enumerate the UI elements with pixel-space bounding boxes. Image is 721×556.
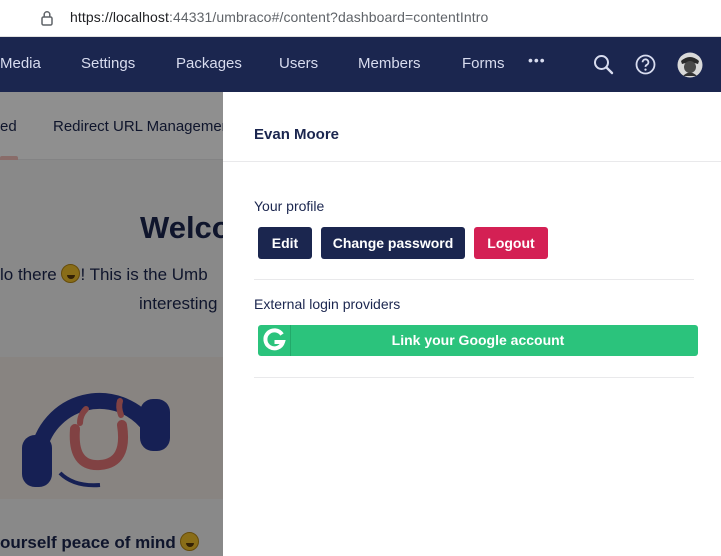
user-profile-panel: Evan Moore Your profile Edit Change pass… <box>223 92 721 556</box>
link-google-account-button[interactable]: Link your Google account <box>258 325 698 356</box>
panel-header: Evan Moore <box>223 92 721 162</box>
top-navigation: Media Settings Packages Users Members Fo… <box>0 37 721 92</box>
your-profile-label: Your profile <box>254 198 325 214</box>
modal-backdrop[interactable] <box>0 92 223 556</box>
help-icon[interactable] <box>635 54 656 75</box>
url-path: :44331/umbraco#/content?dashboard=conten… <box>168 9 489 25</box>
user-name: Evan Moore <box>254 126 340 143</box>
logout-button[interactable]: Logout <box>474 227 548 259</box>
section-divider <box>254 279 694 280</box>
external-login-providers-label: External login providers <box>254 296 401 312</box>
url-text[interactable]: https://localhost:44331/umbraco#/content… <box>70 9 488 25</box>
browser-address-bar[interactable]: https://localhost:44331/umbraco#/content… <box>0 0 721 37</box>
nav-users[interactable]: Users <box>279 55 318 72</box>
nav-settings[interactable]: Settings <box>81 55 135 72</box>
avatar[interactable] <box>677 52 703 78</box>
lock-icon <box>41 11 53 26</box>
change-password-button[interactable]: Change password <box>321 227 465 259</box>
google-button-label: Link your Google account <box>391 332 565 348</box>
edit-button[interactable]: Edit <box>258 227 312 259</box>
search-icon[interactable] <box>593 54 614 75</box>
nav-packages[interactable]: Packages <box>176 55 242 72</box>
url-host: https://localhost <box>70 9 169 25</box>
nav-members[interactable]: Members <box>358 55 421 72</box>
nav-forms[interactable]: Forms <box>462 55 505 72</box>
nav-media[interactable]: Media <box>0 55 41 72</box>
section-divider-bottom <box>254 377 694 378</box>
more-icon[interactable]: ••• <box>528 52 546 68</box>
